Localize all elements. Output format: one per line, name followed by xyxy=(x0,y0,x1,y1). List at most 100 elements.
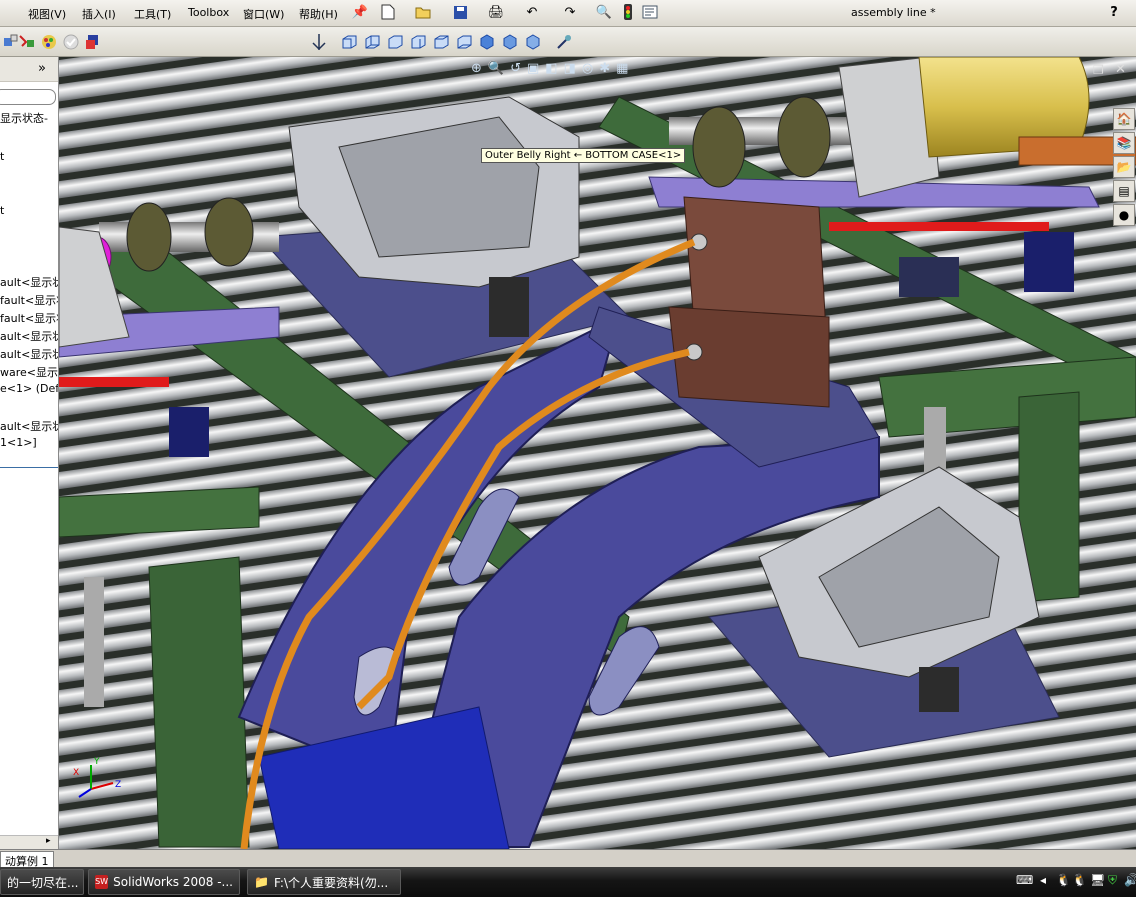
menu-view[interactable]: 视图(V) xyxy=(28,6,66,22)
zoom-icon[interactable]: 🔍 xyxy=(596,4,612,20)
file-explorer-icon[interactable]: 📂 xyxy=(1113,156,1135,178)
security-shield-icon[interactable]: ⛨ xyxy=(1108,873,1117,888)
bearing-block xyxy=(1024,232,1074,292)
taskbar-item-label: F:\个人重要资料(勿... xyxy=(273,875,389,890)
scroll-right-icon[interactable]: ▸ xyxy=(46,836,51,846)
fixture-block xyxy=(919,667,959,712)
view-palette-icon[interactable]: ▤ xyxy=(1113,180,1135,202)
taskbar-item-explorer[interactable]: 📁 F:\个人重要资料(勿... xyxy=(247,869,401,895)
apply-scene-icon[interactable]: ▦ xyxy=(616,61,628,81)
traffic-light-icon[interactable] xyxy=(620,4,636,20)
motion-tab-strip: 动算例 1 xyxy=(0,849,1136,871)
restore-window-icon[interactable]: ❐ xyxy=(1093,63,1104,77)
close-window-icon[interactable]: ✕ xyxy=(1115,62,1126,77)
tree-item[interactable]: ault<显示状 xyxy=(0,328,58,344)
view-top-icon[interactable] xyxy=(432,33,450,51)
previous-view-icon[interactable]: ↺ xyxy=(510,61,521,81)
frame-post xyxy=(84,577,104,707)
tree-item[interactable]: e<1> (Defau xyxy=(0,382,58,395)
pin-icon[interactable]: 📌 xyxy=(352,4,368,20)
menu-toolbox[interactable]: Toolbox xyxy=(188,6,229,19)
check-icon[interactable] xyxy=(62,33,80,51)
axis-z-label: Z xyxy=(115,780,121,790)
bearing-block xyxy=(169,407,209,457)
panel-scrollbar[interactable]: ▸ xyxy=(0,835,58,849)
undo-icon[interactable]: ↶ xyxy=(524,4,540,20)
appearances-icon[interactable]: ● xyxy=(1113,204,1135,226)
rebuild-icon[interactable] xyxy=(84,33,102,51)
section-view-icon[interactable]: ▣ xyxy=(527,61,539,81)
assembly-model: X Y Z xyxy=(59,57,1136,849)
pillow-block xyxy=(777,96,831,178)
view-front-icon[interactable] xyxy=(340,33,358,51)
view-right-icon[interactable] xyxy=(409,33,427,51)
filter-input[interactable] xyxy=(0,89,56,105)
redo-icon[interactable]: ↷ xyxy=(562,4,578,20)
open-folder-icon[interactable] xyxy=(415,4,431,20)
tree-item[interactable]: t xyxy=(0,150,4,163)
menu-help[interactable]: 帮助(H) xyxy=(299,6,338,22)
taskbar-item-solidworks[interactable]: SW SolidWorks 2008 -... xyxy=(88,869,240,895)
view-isometric-icon[interactable] xyxy=(478,33,496,51)
zoom-to-fit-icon[interactable]: ⊕ xyxy=(471,61,482,81)
qq-icon[interactable]: 🐧 xyxy=(1072,873,1087,887)
reference-geometry-icon[interactable] xyxy=(310,33,328,51)
view-bottom-icon[interactable] xyxy=(455,33,473,51)
collapse-panel-icon[interactable]: » xyxy=(38,61,46,76)
design-library-icon[interactable]: 📚 xyxy=(1113,132,1135,154)
feature-manager-panel: » 显示状态- t t ault<显示状 fault<显示状 fault<显示状… xyxy=(0,57,59,849)
options-icon[interactable] xyxy=(642,4,658,20)
normal-to-icon[interactable] xyxy=(555,33,573,51)
help-icon[interactable]: ? xyxy=(1106,4,1122,20)
tree-item[interactable]: ware<显示 xyxy=(0,364,58,380)
hide-show-icon[interactable]: ◎ xyxy=(582,61,593,81)
pillow-block xyxy=(204,197,254,267)
pillow-block xyxy=(692,106,746,188)
frame-leg xyxy=(148,556,250,848)
pillow-block xyxy=(126,202,172,272)
system-tray: ⌨ ◂ 🐧 🐧 🖥 ⛨ 🔊 xyxy=(1012,871,1136,893)
view-dimetric-icon[interactable] xyxy=(524,33,542,51)
tree-item[interactable]: fault<显示状 xyxy=(0,292,58,308)
tree-item[interactable]: fault<显示状 xyxy=(0,310,58,326)
view-left-icon[interactable] xyxy=(386,33,404,51)
menu-bar: 视图(V) 插入(I) 工具(T) Toolbox 窗口(W) 帮助(H) 📌 … xyxy=(0,0,1136,27)
menu-window[interactable]: 窗口(W) xyxy=(243,6,284,22)
rollback-bar[interactable] xyxy=(0,467,58,468)
tree-item[interactable]: t xyxy=(0,204,4,217)
print-icon[interactable]: 🖨 xyxy=(488,4,505,20)
qq-icon[interactable]: 🐧 xyxy=(1056,873,1071,887)
solidworks-resources-icon[interactable]: 🏠 xyxy=(1113,108,1135,130)
tray-expand-icon[interactable]: ◂ xyxy=(1040,873,1046,887)
view-back-icon[interactable] xyxy=(363,33,381,51)
red-guard xyxy=(59,377,169,387)
view-trimetric-icon[interactable] xyxy=(501,33,519,51)
zoom-area-icon[interactable]: 🔍 xyxy=(488,61,504,81)
solidworks-icon: SW xyxy=(95,875,109,889)
save-icon[interactable] xyxy=(452,4,468,20)
display-style-icon[interactable]: ◨ xyxy=(564,61,576,81)
tree-item[interactable]: ault<显示状 xyxy=(0,346,58,362)
tree-item[interactable]: ault<显示状 xyxy=(0,418,58,434)
menu-tools[interactable]: 工具(T) xyxy=(134,6,171,22)
tree-item[interactable]: ault<显示状 xyxy=(0,274,58,290)
selection-tooltip: Outer Belly Right ← BOTTOM CASE<1> xyxy=(481,148,686,163)
edit-appearance-icon[interactable]: ✱ xyxy=(599,61,610,81)
panel-header: » xyxy=(0,57,58,82)
new-document-icon[interactable] xyxy=(380,4,396,20)
network-icon[interactable]: 🖥 xyxy=(1090,873,1105,887)
bearing-block xyxy=(899,257,959,297)
view-orientation-icon[interactable]: ◧ xyxy=(545,61,557,81)
appearance-icon[interactable] xyxy=(40,33,58,51)
taskbar-item-label: 的一切尽在... xyxy=(7,875,79,890)
taskbar-item[interactable]: 的一切尽在... xyxy=(0,869,84,895)
axis-y-label: Y xyxy=(93,757,100,767)
tree-item[interactable]: 1<1>] xyxy=(0,436,37,449)
menu-insert[interactable]: 插入(I) xyxy=(82,6,116,22)
volume-icon[interactable]: 🔊 xyxy=(1124,873,1136,887)
graphics-viewport[interactable]: X Y Z ⊕ 🔍 ↺ ▣ ◧ ◨ ◎ ✱ ▦ ❐ ✕ xyxy=(59,57,1136,849)
folder-icon: 📁 xyxy=(254,875,269,889)
tree-item[interactable]: 显示状态- xyxy=(0,110,48,126)
smart-fastener-icon[interactable] xyxy=(18,33,36,51)
keyboard-icon[interactable]: ⌨ xyxy=(1016,873,1033,887)
